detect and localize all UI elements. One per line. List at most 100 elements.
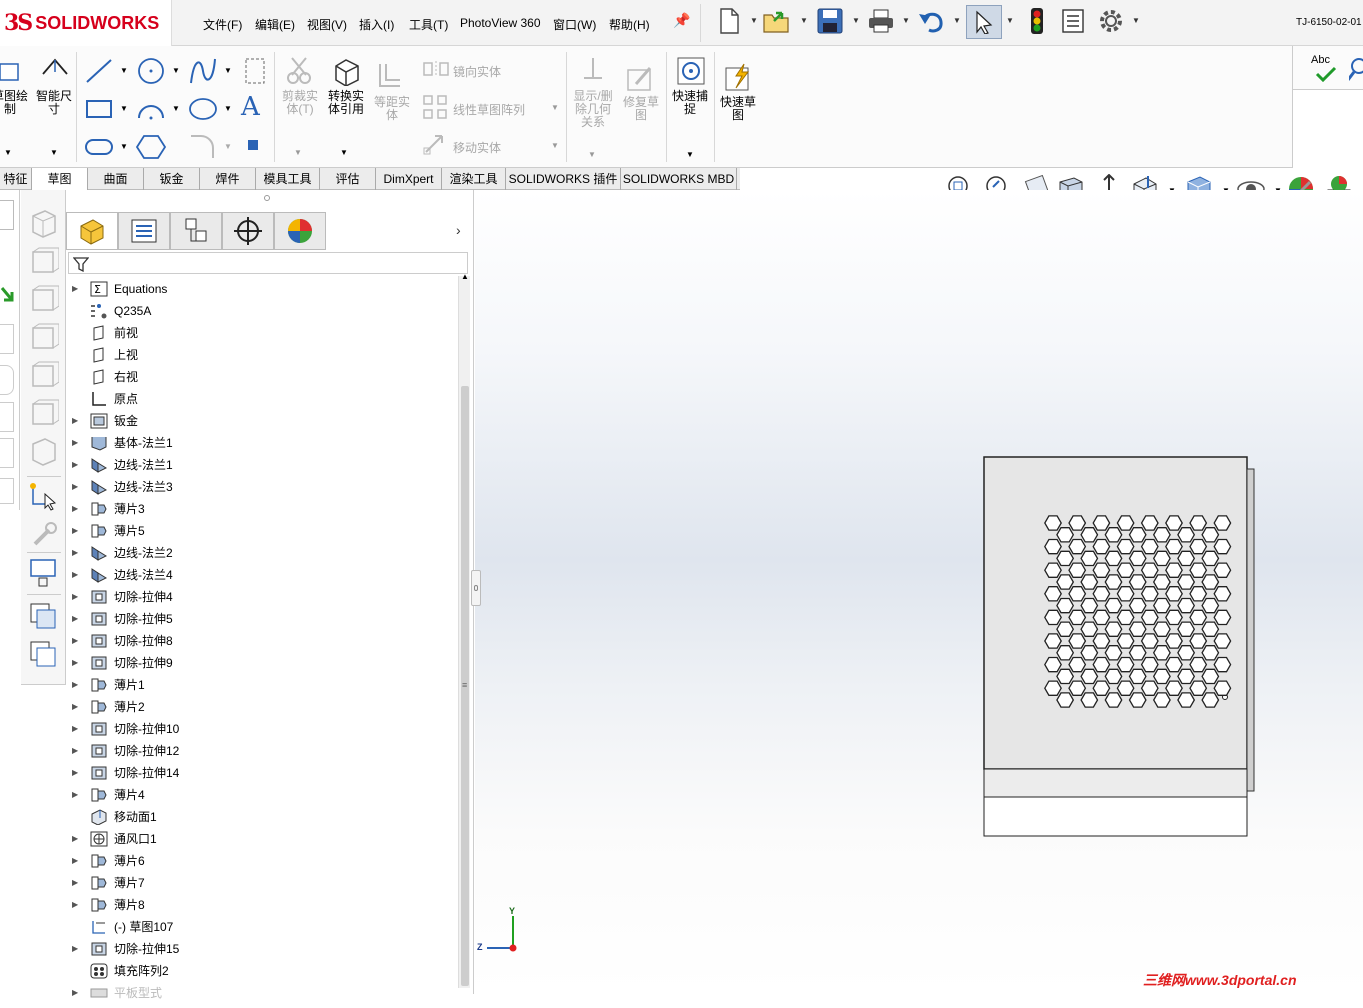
circle-icon[interactable] [136,56,166,89]
chevron-down-icon[interactable]: ▼ [686,150,694,159]
offset-entities-icon[interactable] [374,60,404,93]
tree-item[interactable]: ▶ 基体-法兰1 [66,432,456,454]
screen-capture-icon[interactable] [29,558,59,591]
wrench-icon[interactable] [29,520,59,553]
new-document-icon[interactable] [714,6,744,36]
tree-item[interactable]: Q235A [66,300,456,322]
expand-arrow-icon[interactable]: ▶ [72,564,78,586]
chevron-down-icon[interactable]: ▼ [953,16,961,25]
menu-edit[interactable]: 编辑(E) [255,16,295,33]
expand-arrow-icon[interactable]: ▶ [72,498,78,520]
tab-feature-tree[interactable] [66,212,118,250]
panel-resize-grip-icon[interactable]: ≡ [462,680,467,690]
tab-display-manager[interactable] [274,212,326,250]
menu-photoview[interactable]: PhotoView 360 [460,16,541,30]
convert-entities-label[interactable]: 转换实体引用 [324,90,368,116]
point-icon[interactable] [248,140,258,150]
display-relations-icon[interactable] [578,56,608,89]
menu-tools[interactable]: 工具(T) [409,16,448,33]
tree-item[interactable]: 填充阵列2 [66,960,456,982]
tree-item[interactable]: 上视 [66,344,456,366]
arc-icon[interactable] [136,94,166,127]
expand-arrow-icon[interactable]: ▶ [72,850,78,872]
tree-item[interactable]: ▶ 平板型式 [66,982,456,1004]
expand-arrow-icon[interactable]: ▶ [72,982,78,1004]
menu-insert[interactable]: 插入(I) [359,16,394,33]
scroll-up-icon[interactable]: ▲ [461,272,469,281]
tree-item[interactable]: 原点 [66,388,456,410]
tab-mold-tools[interactable]: 模具工具 [256,168,320,190]
convert-entities-icon[interactable] [332,56,362,89]
linear-pattern-label[interactable]: 线性草图阵列 [453,101,525,118]
cube-outline-icon[interactable] [29,398,60,431]
chevron-down-icon[interactable]: ▼ [800,16,808,25]
tree-item[interactable]: ▶ 薄片7 [66,872,456,894]
display-relations-label[interactable]: 显示/删除几何关系 [570,90,616,129]
chevron-down-icon[interactable]: ▼ [4,148,12,157]
expand-arrow-icon[interactable]: ▶ [72,410,78,432]
strip-tool-icon[interactable] [0,438,14,468]
expand-arrow-icon[interactable]: ▶ [72,520,78,542]
move-entities-icon[interactable] [422,132,450,159]
tab-dimxpert[interactable]: DimXpert [376,168,442,190]
strip-tool-icon[interactable] [0,402,14,432]
linear-pattern-icon[interactable] [422,94,450,125]
open-folder-icon[interactable] [762,6,792,36]
tree-item[interactable]: ▶ 边线-法兰2 [66,542,456,564]
chevron-down-icon[interactable]: ▼ [852,16,860,25]
move-entities-label[interactable]: 移动实体 [453,139,501,156]
tab-solidworks-mbd[interactable]: SOLIDWORKS MBD [621,168,737,190]
tree-item[interactable]: ▶ 薄片2 [66,696,456,718]
tab-dimxpert-manager[interactable] [222,212,274,250]
tab-sheet-metal[interactable]: 钣金 [144,168,200,190]
tab-sketch[interactable]: 草图 [32,168,88,190]
polygon-icon[interactable] [135,132,167,165]
smart-dimension-icon[interactable] [40,56,70,89]
tab-configuration-manager[interactable] [170,212,222,250]
chevron-down-icon[interactable]: ▼ [588,150,596,159]
magnifier-icon[interactable] [1346,56,1363,85]
sketch-draw-icon[interactable] [0,58,22,86]
rapid-sketch-label[interactable]: 快速草图 [716,96,760,122]
expand-arrow-icon[interactable]: ▶ [72,476,78,498]
smart-dimension-label[interactable]: 智能尺寸 [34,90,74,116]
expand-arrow-icon[interactable]: ▶ [72,608,78,630]
chevron-down-icon[interactable]: ▼ [551,103,559,112]
expand-arrow-icon[interactable]: ▶ [72,784,78,806]
tree-item[interactable]: ▶ 切除-拉伸4 [66,586,456,608]
tree-item[interactable]: ▶ 切除-拉伸9 [66,652,456,674]
chevron-down-icon[interactable]: ▼ [224,142,232,151]
strip-tool-icon[interactable] [0,324,14,354]
expand-arrow-icon[interactable]: ▶ [72,586,78,608]
tab-render-tools[interactable]: 渲染工具 [442,168,506,190]
tab-property-manager[interactable] [118,212,170,250]
copy-view-icon[interactable] [29,602,59,635]
print-icon[interactable] [866,6,896,36]
menu-window[interactable]: 窗口(W) [553,16,596,33]
chevron-down-icon[interactable]: ▼ [224,104,232,113]
tree-item[interactable]: ▶ 切除-拉伸10 [66,718,456,740]
chevron-down-icon[interactable]: ▼ [172,104,180,113]
tree-item[interactable]: ▶ 切除-拉伸15 [66,938,456,960]
sketch-text-icon[interactable]: A [241,92,260,122]
chevron-down-icon[interactable]: ▼ [551,141,559,150]
tree-item[interactable]: ▶ Σ Equations [66,278,456,300]
chevron-down-icon[interactable]: ▼ [120,66,128,75]
tree-item[interactable]: ▶ 边线-法兰4 [66,564,456,586]
solidworks-logo[interactable]: 3S SOLIDWORKS [0,0,172,46]
expand-arrow-icon[interactable]: ▶ [72,740,78,762]
rectangle-icon[interactable] [84,94,114,127]
save-icon[interactable] [815,6,845,36]
tab-weldments[interactable]: 焊件 [200,168,256,190]
chevron-down-icon[interactable]: ▼ [120,142,128,151]
chevron-right-icon[interactable]: › [456,222,461,238]
menu-help[interactable]: 帮助(H) [609,16,650,33]
tree-item[interactable]: ▶ 切除-拉伸14 [66,762,456,784]
expand-arrow-icon[interactable]: ▶ [72,696,78,718]
cube-outline-icon[interactable] [29,246,60,279]
expand-arrow-icon[interactable]: ▶ [72,718,78,740]
tree-item[interactable]: 移动面1 [66,806,456,828]
file-properties-icon[interactable] [1058,6,1088,36]
line-icon[interactable] [84,56,114,89]
fillet-icon[interactable] [188,132,218,165]
